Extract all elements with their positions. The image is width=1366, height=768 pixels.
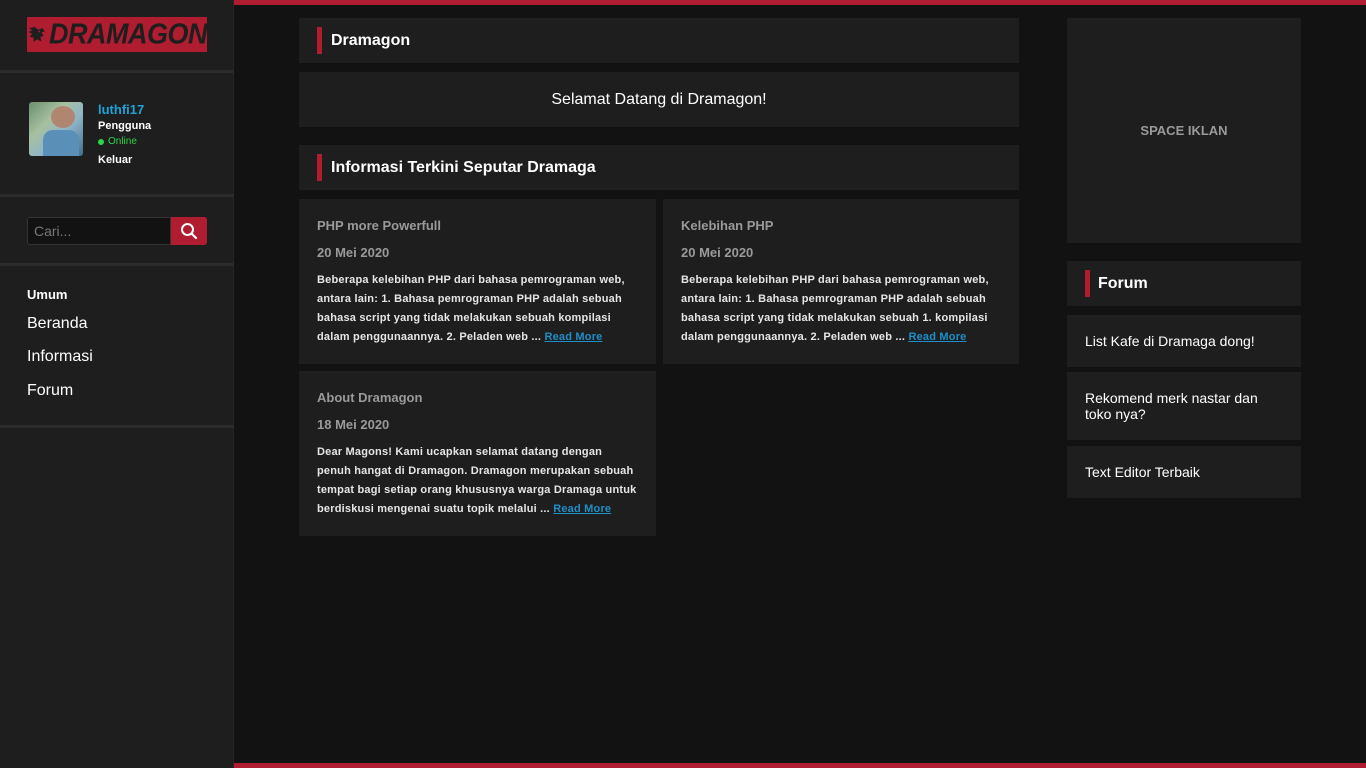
menu-heading: Umum (27, 287, 68, 302)
avatar[interactable] (29, 102, 83, 156)
app-root: DRAMAGON luthfi17 Pengguna Online Keluar (0, 0, 1366, 768)
read-more-link[interactable]: Read More (544, 331, 602, 343)
post-excerpt: Beberapa kelebihan PHP dari bahasa pemro… (681, 271, 1003, 347)
forum-item-label: Text Editor Terbaik (1085, 464, 1200, 480)
read-more-link[interactable]: Read More (553, 503, 611, 515)
user-role: Pengguna (98, 120, 152, 132)
forum-item[interactable]: Rekomend merk nastar dan toko nya? (1067, 372, 1301, 440)
post-excerpt: Beberapa kelebihan PHP dari bahasa pemro… (317, 271, 639, 347)
ad-label: SPACE IKLAN (1140, 123, 1228, 138)
online-status-label: Online (108, 136, 137, 147)
search-bar (27, 217, 207, 245)
sidebar-divider (0, 70, 234, 73)
nav-item-forum[interactable]: Forum (27, 382, 73, 400)
forum-item-label: List Kafe di Dramaga dong! (1085, 333, 1255, 349)
post-card: About Dramagon 18 Mei 2020 Dear Magons! … (299, 371, 656, 536)
post-date: 20 Mei 2020 (681, 245, 754, 260)
nav-item-informasi[interactable]: Informasi (27, 348, 93, 366)
post-card: PHP more Powerfull 20 Mei 2020 Beberapa … (299, 199, 656, 364)
welcome-banner: Selamat Datang di Dramagon! (299, 72, 1019, 127)
page-title: Dramagon (331, 31, 411, 49)
site-logo[interactable]: DRAMAGON (27, 17, 208, 52)
read-more-link[interactable]: Read More (908, 331, 966, 343)
sidebar-divider (0, 263, 234, 266)
post-date: 18 Mei 2020 (317, 417, 390, 432)
forum-section-title: Forum (1098, 274, 1148, 292)
avatar-face (51, 106, 75, 128)
forum-item[interactable]: Text Editor Terbaik (1067, 446, 1301, 498)
post-card: Kelebihan PHP 20 Mei 2020 Beberapa keleb… (663, 199, 1019, 364)
forum-item[interactable]: List Kafe di Dramaga dong! (1067, 315, 1301, 367)
title-accent (317, 154, 322, 181)
nav-item-beranda[interactable]: Beranda (27, 315, 88, 333)
online-dot-icon (98, 138, 104, 145)
avatar-body (43, 130, 79, 156)
forum-item-label: Rekomend merk nastar dan toko nya? (1085, 390, 1258, 422)
sidebar: DRAMAGON luthfi17 Pengguna Online Keluar (0, 0, 234, 768)
site-title-header: Dramagon (299, 18, 1019, 63)
welcome-text: Selamat Datang di Dramagon! (551, 90, 767, 108)
ad-space: SPACE IKLAN (1067, 18, 1301, 243)
title-accent (1085, 270, 1090, 297)
dragon-logo-icon (28, 27, 45, 42)
info-section-title: Informasi Terkini Seputar Dramaga (331, 158, 596, 176)
sidebar-divider (0, 425, 234, 428)
search-button[interactable] (171, 217, 207, 245)
post-title[interactable]: PHP more Powerfull (317, 218, 441, 233)
search-input[interactable] (27, 217, 171, 245)
search-icon (181, 223, 198, 240)
online-status: Online (98, 136, 137, 147)
bottom-accent-bar (234, 763, 1366, 768)
post-title[interactable]: About Dramagon (317, 390, 422, 405)
username[interactable]: luthfi17 (98, 102, 144, 117)
top-accent-bar (234, 0, 1366, 5)
forum-section-header: Forum (1067, 261, 1301, 306)
post-title[interactable]: Kelebihan PHP (681, 218, 773, 233)
user-panel: luthfi17 Pengguna Online Keluar (29, 102, 229, 166)
sidebar-divider (0, 194, 234, 197)
logo-text: DRAMAGON (49, 18, 208, 50)
post-excerpt: Dear Magons! Kami ucapkan selamat datang… (317, 443, 639, 519)
title-accent (317, 27, 322, 54)
logout-link[interactable]: Keluar (98, 154, 132, 166)
post-date: 20 Mei 2020 (317, 245, 390, 260)
info-section-header: Informasi Terkini Seputar Dramaga (299, 145, 1019, 190)
